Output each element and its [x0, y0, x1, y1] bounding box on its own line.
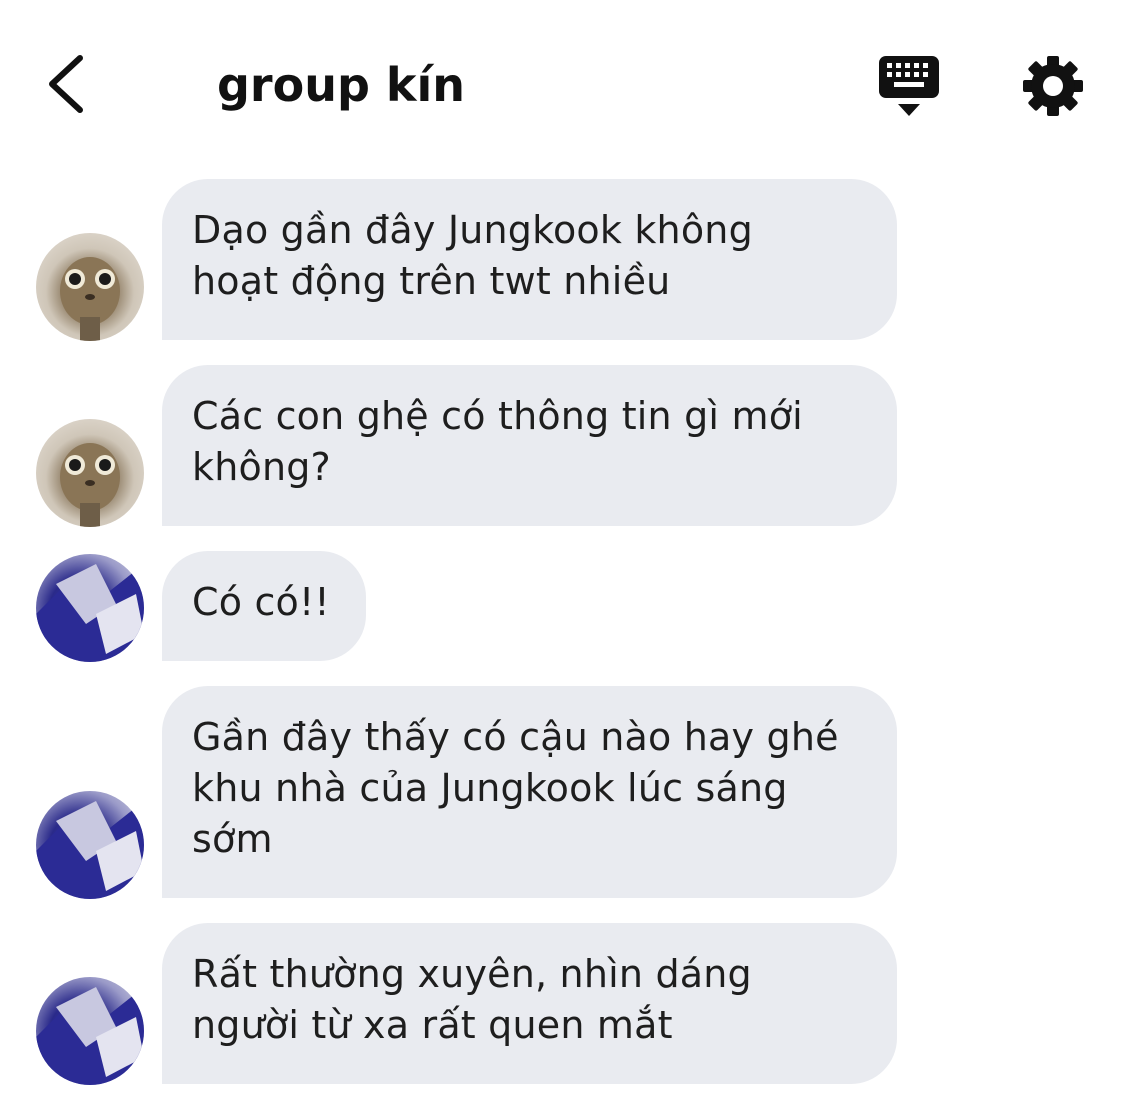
- message-bubble[interactable]: Có có!!: [162, 551, 366, 661]
- message-text: Dạo gần đây Jungkook không hoạt động trê…: [192, 208, 753, 303]
- message-text: Có có!!: [192, 580, 330, 624]
- message-bubble[interactable]: Gần đây thấy có cậu nào hay ghé khu nhà …: [162, 686, 897, 898]
- message-bubble[interactable]: Dạo gần đây Jungkook không hoạt động trê…: [162, 179, 897, 340]
- avatar[interactable]: [36, 791, 144, 899]
- anime-avatar-image: [36, 564, 144, 662]
- avatar[interactable]: [36, 977, 144, 1085]
- cat-avatar-image: [60, 257, 120, 341]
- message-list: Dạo gần đây Jungkook không hoạt động trê…: [0, 0, 1125, 1093]
- anime-avatar-image: [36, 987, 144, 1085]
- message-text: Các con ghệ có thông tin gì mới không?: [192, 394, 803, 489]
- anime-avatar-image: [36, 801, 144, 899]
- message-text: Rất thường xuyên, nhìn dáng người từ xa …: [192, 952, 752, 1047]
- message-bubble[interactable]: Rất thường xuyên, nhìn dáng người từ xa …: [162, 923, 897, 1084]
- cat-avatar-image: [60, 443, 120, 527]
- avatar[interactable]: [36, 419, 144, 527]
- message-bubble[interactable]: Các con ghệ có thông tin gì mới không?: [162, 365, 897, 526]
- message-text: Gần đây thấy có cậu nào hay ghé khu nhà …: [192, 715, 839, 861]
- avatar[interactable]: [36, 554, 144, 662]
- avatar[interactable]: [36, 233, 144, 341]
